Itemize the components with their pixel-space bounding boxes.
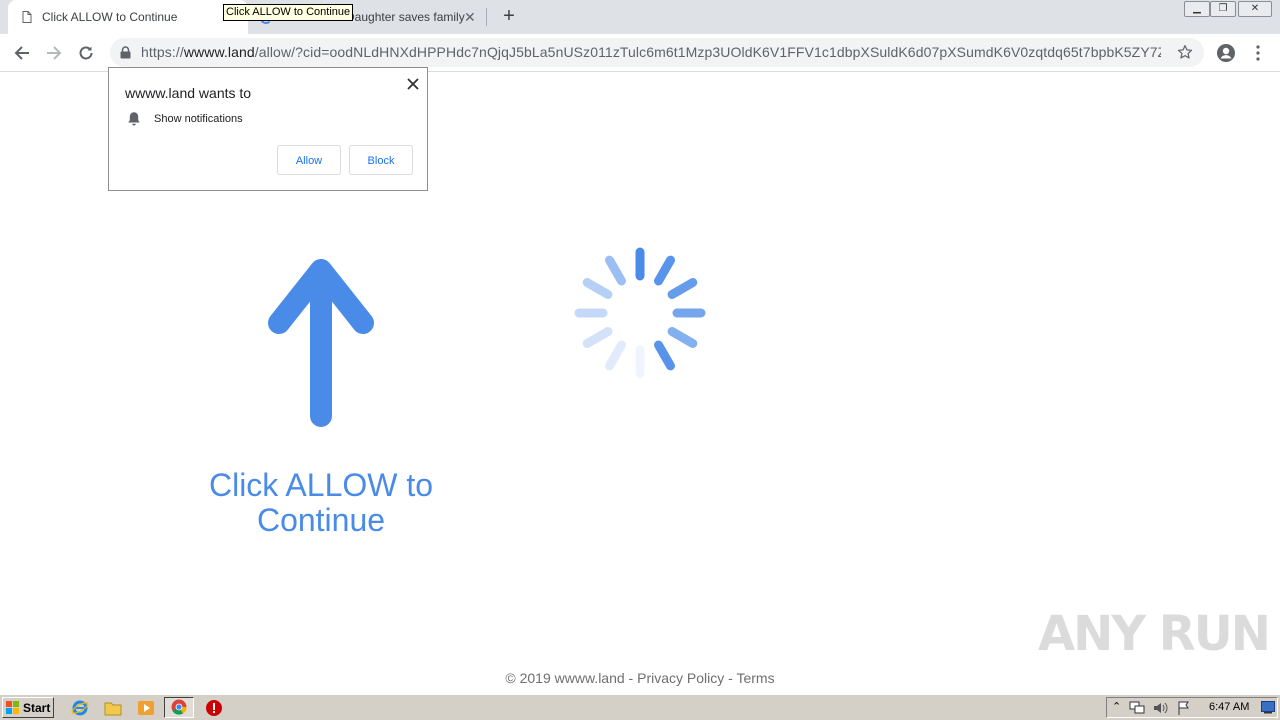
chrome-icon	[171, 699, 187, 715]
block-button[interactable]: Block	[349, 145, 413, 175]
kebab-menu-icon	[1256, 45, 1260, 61]
account-icon	[1217, 44, 1235, 62]
network-icon[interactable]	[1129, 701, 1145, 715]
call-to-action-text: Click ALLOW to Continue	[208, 467, 434, 538]
footer-separator: -	[624, 670, 638, 686]
close-window-button[interactable]: ✕	[1238, 1, 1272, 17]
volume-icon[interactable]	[1153, 701, 1169, 715]
new-tab-button[interactable]: +	[498, 5, 520, 27]
privacy-policy-link[interactable]: Privacy Policy	[637, 670, 724, 686]
forward-arrow-icon	[47, 46, 62, 60]
restore-button[interactable]: ❐	[1210, 1, 1236, 17]
url-host: wwww.land	[183, 44, 255, 60]
copyright-text: © 2019 wwww.land	[505, 670, 625, 686]
forward-button[interactable]	[41, 40, 67, 66]
loading-spinner-icon	[574, 247, 706, 379]
notification-permission-prompt: wwww.land wants to Show notifications Al…	[108, 67, 428, 191]
terms-link[interactable]: Terms	[736, 670, 774, 686]
tab-click-allow[interactable]: Click ALLOW to Continue	[8, 0, 248, 34]
bell-icon	[128, 112, 140, 126]
url-scheme: https://	[141, 44, 184, 60]
show-desktop-icon[interactable]	[1261, 701, 1275, 714]
url-path: /allow/?cid=oodNLdHNXdHPPHdc7nQjqJ5bLa5n…	[254, 44, 1161, 60]
prompt-title: wwww.land wants to	[125, 85, 252, 101]
flag-icon[interactable]	[1177, 701, 1191, 715]
taskbar-chrome-button[interactable]	[164, 697, 194, 718]
tooltip: Click ALLOW to Continue	[223, 4, 354, 21]
anyrun-watermark: ANY RUN	[1038, 606, 1271, 662]
stop-icon[interactable]	[205, 699, 223, 717]
arrow-up-icon	[268, 259, 374, 427]
minimize-button[interactable]: ▁	[1184, 1, 1210, 17]
system-tray: ⌃ 6:47 AM	[1106, 697, 1278, 718]
profile-button[interactable]	[1213, 40, 1239, 66]
address-bar[interactable]: https://wwww.land/allow/?cid=oodNLdHNXdH…	[110, 38, 1204, 67]
folder-icon[interactable]	[104, 699, 122, 717]
tab-title: Click ALLOW to Continue	[42, 10, 178, 24]
close-icon[interactable]: ✕	[464, 9, 476, 26]
url-text: https://wwww.land/allow/?cid=oodNLdHNXdH…	[141, 38, 1161, 67]
close-icon[interactable]	[405, 76, 421, 92]
reload-button[interactable]	[73, 40, 99, 66]
tab-strip: Click ALLOW to Continue Daughter saves f…	[0, 0, 1280, 34]
menu-button[interactable]	[1245, 40, 1271, 66]
clock: 6:47 AM	[1209, 701, 1250, 713]
back-arrow-icon	[14, 46, 29, 60]
back-button[interactable]	[9, 40, 35, 66]
permission-label: Show notifications	[154, 113, 243, 125]
start-button[interactable]: Start	[2, 697, 54, 718]
tray-expand-icon[interactable]: ⌃	[1112, 700, 1121, 713]
windows-taskbar: Start ⌃ 6:47 AM	[0, 694, 1280, 720]
page-footer: © 2019 wwww.land - Privacy Policy - Term…	[0, 670, 1280, 686]
footer-separator: -	[724, 670, 737, 686]
tab-title: Daughter saves family	[346, 10, 465, 24]
lock-icon	[120, 46, 131, 59]
star-icon[interactable]	[1177, 44, 1193, 60]
start-label: Start	[23, 700, 51, 715]
page-icon	[22, 11, 32, 23]
reload-icon	[79, 46, 93, 60]
tab-separator	[486, 8, 487, 26]
windows-logo-icon	[6, 700, 19, 714]
internet-explorer-icon[interactable]	[71, 699, 89, 717]
allow-button[interactable]: Allow	[277, 145, 341, 175]
media-player-icon[interactable]	[137, 699, 155, 717]
